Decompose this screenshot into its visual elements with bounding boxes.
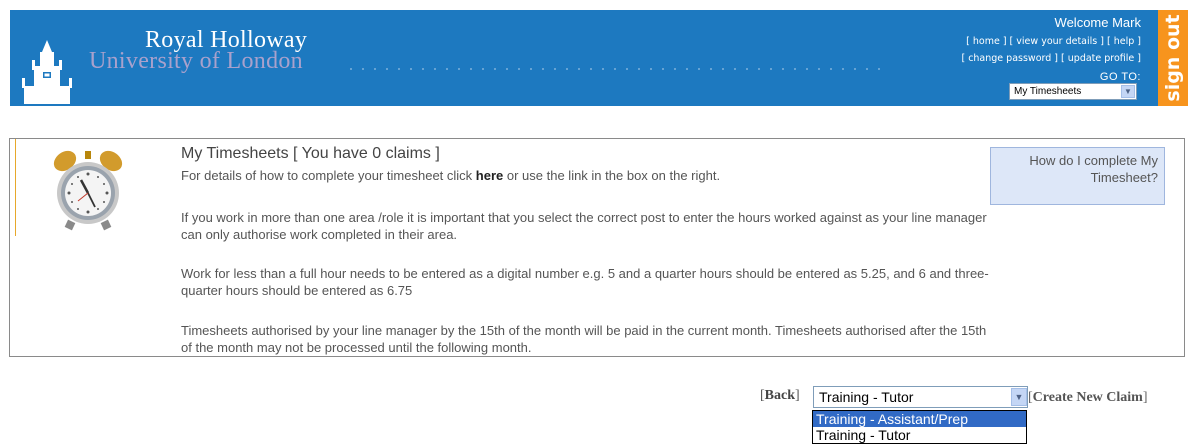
- create-new-claim-label: Create New Claim: [1032, 390, 1143, 405]
- header-links: [ home ] [ view your details ] [ help ] …: [961, 36, 1141, 64]
- goto-label: GO TO:: [1099, 71, 1141, 83]
- view-details-link[interactable]: view your details: [1016, 36, 1097, 47]
- back-link-label: Back: [764, 388, 796, 403]
- instructions-text-before: For details of how to complete your time…: [181, 168, 476, 183]
- chevron-down-icon[interactable]: ▼: [1011, 388, 1027, 406]
- home-link[interactable]: home: [973, 36, 1000, 47]
- alarm-clock-icon: [53, 150, 123, 231]
- multiple-roles-paragraph: If you work in more than one area /role …: [181, 210, 987, 242]
- payment-deadline-paragraph: Timesheets authorised by your line manag…: [181, 323, 987, 355]
- update-profile-link[interactable]: update profile: [1068, 53, 1135, 64]
- decorative-dot-line: [345, 68, 890, 70]
- post-select-dropdown[interactable]: Training - Assistant/Prep Training - Tut…: [812, 410, 1027, 444]
- goto-selected-value: My Timesheets: [1014, 86, 1082, 97]
- post-select[interactable]: Training - Tutor ▼: [813, 386, 1028, 408]
- site-header: Royal Holloway University of London Welc…: [10, 10, 1188, 106]
- chevron-down-icon[interactable]: ▼: [1121, 85, 1135, 98]
- dropdown-option[interactable]: Training - Tutor: [813, 427, 1026, 443]
- change-password-link[interactable]: change password: [968, 53, 1051, 64]
- instructions-text-after: or use the link in the box on the right.: [503, 168, 721, 183]
- page-title: My Timesheets [ You have 0 claims ]: [181, 145, 440, 162]
- university-tower-logo-icon: [22, 40, 72, 104]
- instructions-paragraph: For details of how to complete your time…: [181, 167, 991, 184]
- welcome-message: Welcome Mark: [1054, 15, 1141, 30]
- post-selected-value: Training - Tutor: [819, 389, 914, 405]
- accent-line: [15, 139, 16, 236]
- logo-subtitle: University of London: [89, 48, 303, 74]
- create-new-claim-link[interactable]: [Create New Claim]: [1028, 390, 1148, 406]
- dropdown-option[interactable]: Training - Assistant/Prep: [813, 411, 1026, 427]
- partial-hours-paragraph: Work for less than a full hour needs to …: [181, 266, 989, 298]
- sign-out-button[interactable]: sign out: [1158, 10, 1188, 106]
- goto-select[interactable]: My Timesheets ▼: [1009, 83, 1137, 100]
- help-link[interactable]: help: [1114, 36, 1135, 47]
- back-link[interactable]: [Back]: [760, 388, 800, 404]
- help-box-link[interactable]: How do I complete My Timesheet?: [990, 147, 1165, 205]
- here-link[interactable]: here: [476, 168, 503, 183]
- sign-out-label: sign out: [1162, 14, 1184, 102]
